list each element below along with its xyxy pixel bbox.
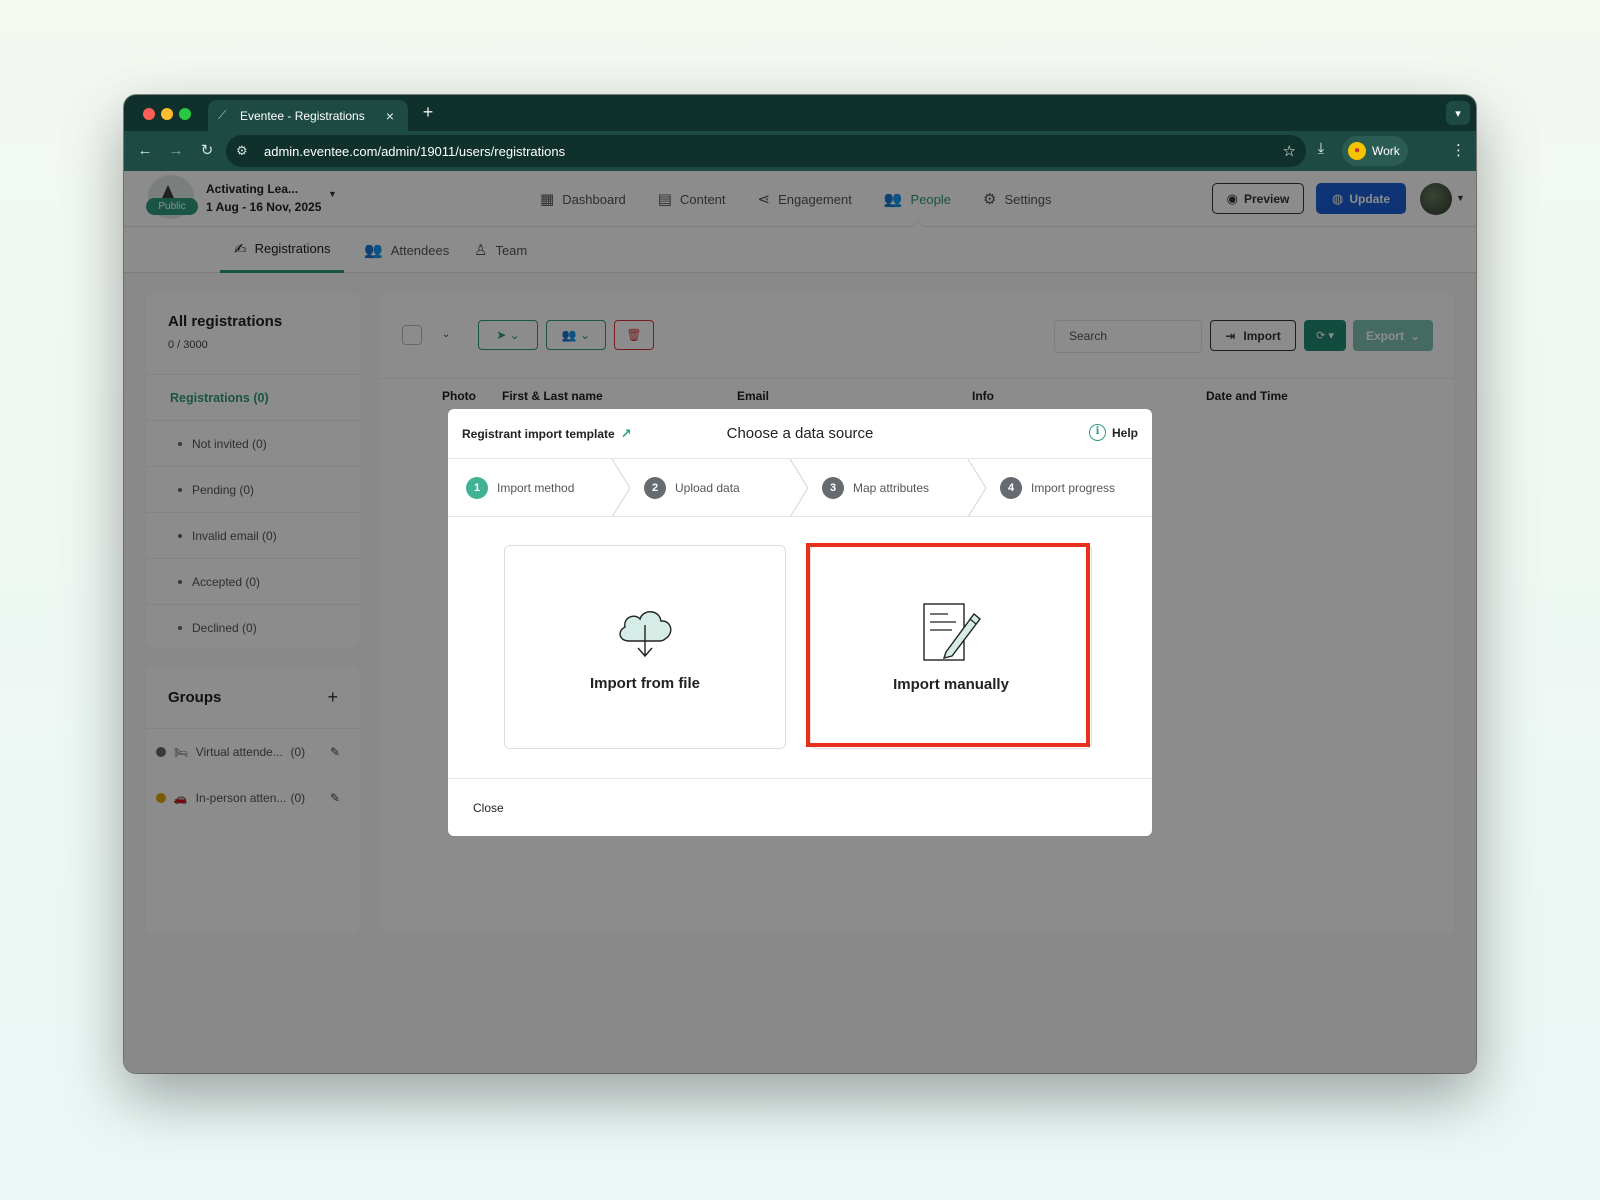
step-number: 2 (644, 477, 666, 499)
address-bar[interactable]: ⚙ admin.eventee.com/admin/19011/users/re… (226, 135, 1306, 167)
info-icon: i (1088, 424, 1106, 441)
step-map-attributes: 3 Map attributes (822, 459, 929, 517)
help-label: Help (1111, 425, 1138, 440)
cloud-download-icon (619, 610, 672, 657)
eventee-favicon-icon: ⟋ (218, 107, 227, 122)
download-icon[interactable]: ⤓ (1310, 140, 1332, 157)
new-tab-button[interactable]: + (418, 102, 438, 122)
browser-menu-icon[interactable]: ⋮ (1451, 141, 1466, 159)
tab-search-chevron-icon[interactable]: ▾ (1446, 101, 1470, 125)
import-from-file-label: Import from file (589, 674, 700, 692)
step-label: Map attributes (853, 481, 930, 495)
step-number: 1 (466, 477, 488, 499)
step-label: Import method (497, 481, 575, 495)
browser-toolbar: ← → ↻ ⚙ admin.eventee.com/admin/19011/us… (124, 131, 1476, 171)
step-number: 3 (822, 477, 844, 499)
bookmark-star-icon[interactable]: ☆ (1283, 142, 1296, 160)
modal-title: Choose a data source (726, 425, 874, 442)
profile-label: Work (1372, 144, 1400, 158)
url-text: admin.eventee.com/admin/19011/users/regi… (264, 143, 566, 159)
step-label: Import progress (1031, 481, 1116, 495)
tab-title: Eventee - Registrations (240, 108, 365, 123)
import-modal: Registrant import template ↗ Choose a da… (448, 409, 1152, 836)
profile-avatar-icon: ● (1348, 142, 1366, 160)
site-settings-icon[interactable]: ⚙ (236, 143, 256, 159)
help-button[interactable]: i Help (1088, 424, 1138, 441)
import-manually-label: Import manually (893, 675, 1009, 693)
back-arrow-icon[interactable]: ← (134, 140, 156, 162)
modal-footer: Close (448, 779, 1152, 836)
maximize-window-button[interactable] (179, 108, 191, 120)
import-from-file-option[interactable]: Import from file (504, 545, 786, 749)
step-import-progress: 4 Import progress (1000, 459, 1115, 517)
step-separator (967, 459, 987, 517)
modal-header: Registrant import template ↗ Choose a da… (448, 409, 1152, 459)
modal-body: Import from file Import manually (448, 517, 1152, 779)
close-window-button[interactable] (143, 108, 155, 120)
step-number: 4 (1000, 477, 1022, 499)
wizard-steps: 1 Import method 2 Upload data 3 Map attr… (448, 459, 1152, 517)
step-separator (789, 459, 809, 517)
reload-icon[interactable]: ↻ (196, 140, 218, 162)
minimize-window-button[interactable] (161, 108, 173, 120)
browser-tab[interactable]: ⟋ Eventee - Registrations × (208, 100, 408, 131)
close-tab-icon[interactable]: × (382, 108, 398, 124)
step-separator (611, 459, 631, 517)
document-edit-icon (923, 602, 981, 661)
import-manually-option[interactable]: Import manually (810, 545, 1092, 749)
forward-arrow-icon[interactable]: → (165, 140, 187, 162)
close-button[interactable]: Close (473, 801, 504, 815)
step-label: Upload data (675, 481, 740, 495)
step-upload-data: 2 Upload data (644, 459, 740, 517)
step-import-method: 1 Import method (466, 459, 574, 517)
tab-bar: ⟋ Eventee - Registrations × + ▾ (124, 95, 1476, 131)
profile-chip[interactable]: ● Work (1342, 136, 1408, 166)
